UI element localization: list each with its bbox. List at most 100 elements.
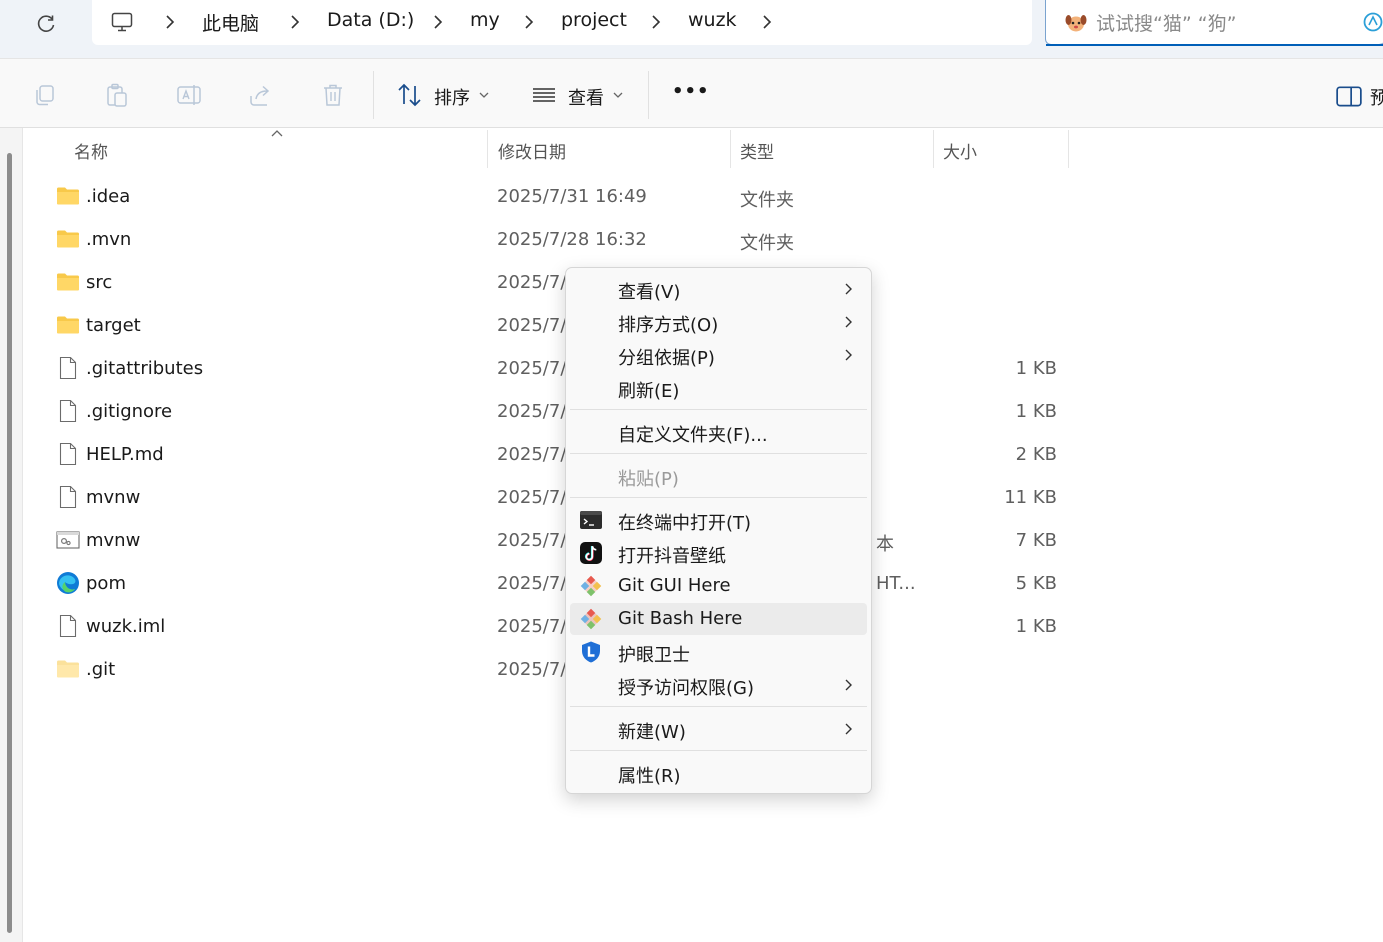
file-size: 2 KB [1015,444,1057,465]
menu-item-open-in-terminal[interactable]: 在终端中打开(T) [570,504,867,536]
search-focus-underline [1046,43,1383,46]
search-assistant-icon[interactable] [1362,11,1383,33]
chevron-right-icon[interactable] [759,12,775,32]
breadcrumb-item-project[interactable]: project [561,9,627,31]
folder-icon [56,270,80,294]
menu-item-label: 新建(W) [618,722,686,743]
menu-item-label: 授予访问权限(G) [618,678,754,699]
preview-pane-icon[interactable] [1335,83,1363,111]
file-date: 2025/7/ [497,315,567,336]
toolbar-separator [648,71,649,119]
file-date: 2025/7/ [497,616,567,637]
file-name: wuzk.iml [86,616,166,637]
breadcrumb-item-drive[interactable]: Data (D:) [327,9,414,31]
menu-item-eye-guard[interactable]: 护眼卫士 [570,636,867,668]
breadcrumb[interactable]: 此电脑 Data (D:) my project wuzk [92,0,1032,45]
column-header-type[interactable]: 类型 [730,128,933,168]
chevron-right-icon [845,316,852,328]
preview-pane-button[interactable]: 预 [1370,84,1383,110]
rename-icon[interactable] [175,81,203,109]
file-size: 1 KB [1015,401,1057,422]
file-icon [56,614,80,638]
column-header-name[interactable]: 名称 [64,128,488,168]
sort-icon[interactable] [396,81,424,109]
file-date: 2025/7/ [497,573,567,594]
breadcrumb-item-wuzk[interactable]: wuzk [688,9,737,31]
folder-hidden-icon [56,657,80,681]
menu-item-git-gui[interactable]: Git GUI Here [570,570,867,602]
file-icon [56,442,80,466]
column-header-date[interactable]: 修改日期 [488,128,730,168]
file-size: 11 KB [1004,487,1057,508]
column-header-size[interactable]: 大小 [933,128,1068,168]
file-date: 2025/7/ [497,530,567,551]
menu-item-refresh[interactable]: 刷新(E) [570,372,867,404]
file-name: pom [86,573,126,594]
sort-button[interactable]: 排序 [434,84,470,110]
view-button[interactable]: 查看 [568,84,604,110]
menu-item-label: 护眼卫士 [618,645,690,666]
file-date: 2025/7/ [497,487,567,508]
vertical-scrollbar[interactable] [7,153,12,933]
breadcrumb-item-this-pc[interactable]: 此电脑 [202,9,259,36]
chevron-right-icon [845,283,852,295]
chevron-right-icon [845,349,852,361]
refresh-icon [37,15,55,32]
chevron-right-icon[interactable] [648,12,664,32]
menu-item-group-by[interactable]: 分组依据(P) [570,339,867,371]
address-row: 此电脑 Data (D:) my project wuzk 试试搜“猫” “狗” [0,0,1383,58]
context-menu: 查看(V) 排序方式(O) 分组依据(P) 刷新(E) 自定义文件夹(F)...… [565,267,872,794]
file-icon [56,485,80,509]
edge-icon [56,571,80,595]
share-icon[interactable] [247,81,275,109]
file-icon [56,356,80,380]
file-date: 2025/7/ [497,401,567,422]
chevron-right-icon [845,723,852,735]
chevron-right-icon[interactable] [430,12,446,32]
chevron-right-icon[interactable] [287,12,303,32]
file-date: 2025/7/ [497,444,567,465]
menu-item-view[interactable]: 查看(V) [570,273,867,305]
search-placeholder: 试试搜“猫” “狗” [1096,13,1237,35]
menu-item-label: 自定义文件夹(F)... [618,425,768,446]
menu-item-douyin-wallpaper[interactable]: 打开抖音壁纸 [570,537,867,569]
menu-item-grant-access[interactable]: 授予访问权限(G) [570,669,867,701]
menu-item-paste[interactable]: 粘贴(P) [570,460,867,492]
file-name: mvnw [86,530,141,551]
menu-item-customize-folder[interactable]: 自定义文件夹(F)... [570,416,867,448]
computer-icon[interactable] [110,10,134,34]
file-row[interactable]: .mvn 2025/7/28 16:32 文件夹 [48,218,1088,261]
tiktok-icon [580,542,602,564]
file-size: 1 KB [1015,616,1057,637]
column-divider[interactable] [1068,130,1069,168]
menu-item-new[interactable]: 新建(W) [570,713,867,745]
delete-icon[interactable] [319,81,347,109]
menu-item-properties[interactable]: 属性(R) [570,757,867,789]
chevron-down-icon[interactable] [613,91,623,99]
paste-icon[interactable] [103,81,131,109]
folder-icon [56,227,80,251]
menu-item-sort-by[interactable]: 排序方式(O) [570,306,867,338]
file-name: .git [86,659,116,680]
menu-item-git-bash[interactable]: Git Bash Here [570,603,867,635]
menu-separator [570,706,867,707]
search-input[interactable]: 试试搜“猫” “狗” [1045,0,1383,46]
chevron-down-icon[interactable] [479,91,489,99]
command-bar: 排序 查看 ••• 预 [0,58,1383,128]
chevron-right-icon [845,679,852,691]
menu-separator [570,409,867,410]
chevron-right-icon[interactable] [162,12,178,32]
more-options-button[interactable]: ••• [672,81,710,102]
toolbar-separator [373,71,374,119]
file-type: 本 [876,534,894,555]
menu-separator [570,750,867,751]
chevron-right-icon[interactable] [521,12,537,32]
git-icon [580,608,602,630]
file-row[interactable]: .idea 2025/7/31 16:49 文件夹 [48,175,1088,218]
refresh-button[interactable] [30,8,62,40]
breadcrumb-item-my[interactable]: my [470,9,500,31]
menu-item-label: 打开抖音壁纸 [618,546,726,567]
copy-icon[interactable] [31,81,59,109]
menu-item-label: 在终端中打开(T) [618,513,752,534]
view-list-icon[interactable] [530,81,558,109]
